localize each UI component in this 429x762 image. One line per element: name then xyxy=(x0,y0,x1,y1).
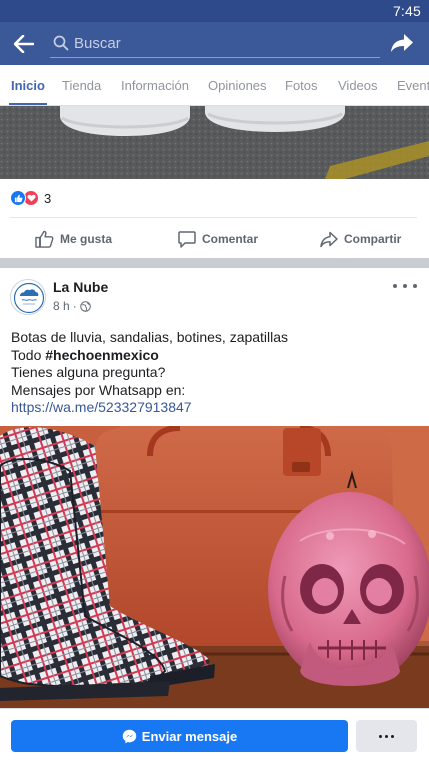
more-options-button[interactable] xyxy=(356,720,417,752)
post-meta: 8 h · xyxy=(53,299,91,313)
share-arrow-icon xyxy=(391,34,413,52)
post-text-prefix: Todo xyxy=(11,346,46,363)
status-bar: 7:45 xyxy=(0,0,429,22)
post-text-line: Mensajes por Whatsapp en: xyxy=(11,381,186,398)
tab-opiniones[interactable]: Opiniones xyxy=(208,65,267,105)
page-avatar[interactable] xyxy=(10,279,46,315)
send-message-label: Enviar mensaje xyxy=(141,728,238,744)
tab-inicio[interactable]: Inicio xyxy=(9,65,47,105)
sneakers-photo xyxy=(0,106,429,179)
post-text-line: Tienes alguna pregunta? xyxy=(11,364,166,381)
back-button[interactable] xyxy=(8,28,40,60)
share-icon xyxy=(320,231,338,247)
comment-button[interactable]: Comentar xyxy=(178,226,258,252)
tab-videos[interactable]: Videos xyxy=(338,65,378,105)
post-image[interactable] xyxy=(0,426,429,708)
dot xyxy=(393,284,397,288)
share-page-button[interactable] xyxy=(385,26,419,60)
post-time[interactable]: 8 h xyxy=(53,299,70,313)
status-time: 7:45 xyxy=(392,3,421,19)
cloud-logo-icon xyxy=(12,281,45,314)
search-input[interactable] xyxy=(74,30,374,56)
like-label: Me gusta xyxy=(60,232,113,246)
tab-informacion[interactable]: Información xyxy=(121,65,189,105)
search-box[interactable] xyxy=(50,30,380,58)
page-name[interactable]: La Nube xyxy=(53,279,108,295)
dot xyxy=(379,734,382,738)
reaction-count: 3 xyxy=(44,190,52,206)
tab-eventos[interactable]: Eventos xyxy=(397,65,429,105)
like-button[interactable]: Me gusta xyxy=(35,226,112,252)
post-options-button[interactable] xyxy=(393,278,417,294)
whatsapp-link[interactable]: https://wa.me/523327913847 xyxy=(11,399,416,417)
dot xyxy=(385,734,388,738)
share-button[interactable]: Compartir xyxy=(320,226,401,252)
post-text: Botas de lluvia, sandalias, botines, zap… xyxy=(11,329,416,417)
reactions-summary[interactable]: 3 xyxy=(10,189,51,207)
hashtag-link[interactable]: #hechoenmexico xyxy=(45,347,159,363)
like-reaction-icon xyxy=(10,190,26,206)
search-icon xyxy=(53,35,69,51)
dot xyxy=(391,734,394,738)
send-message-button[interactable]: Enviar mensaje xyxy=(11,720,348,752)
arrow-left-icon xyxy=(14,35,34,53)
comment-label: Comentar xyxy=(202,232,259,246)
divider xyxy=(10,217,417,218)
dot xyxy=(413,284,417,288)
app-bar xyxy=(0,22,429,65)
meta-separator: · xyxy=(72,299,77,313)
comment-bubble-icon xyxy=(178,230,196,248)
post-text-line: Botas de lluvia, sandalias, botines, zap… xyxy=(11,329,289,345)
boots-bag-skull-photo xyxy=(0,426,429,708)
messenger-icon xyxy=(122,729,137,743)
tab-fotos[interactable]: Fotos xyxy=(285,65,318,105)
dot xyxy=(403,284,407,288)
tab-tienda[interactable]: Tienda xyxy=(62,65,101,105)
share-label: Compartir xyxy=(344,232,402,246)
bottom-action-bar: Enviar mensaje xyxy=(0,708,429,762)
feed-separator xyxy=(0,258,429,268)
post-text-line: Todo #hechoenmexico xyxy=(11,347,416,365)
thumbs-up-icon xyxy=(35,230,54,248)
globe-icon xyxy=(79,300,91,312)
page-tabs: Inicio Tienda Información Opiniones Foto… xyxy=(0,65,429,106)
previous-post-image[interactable] xyxy=(0,106,429,179)
